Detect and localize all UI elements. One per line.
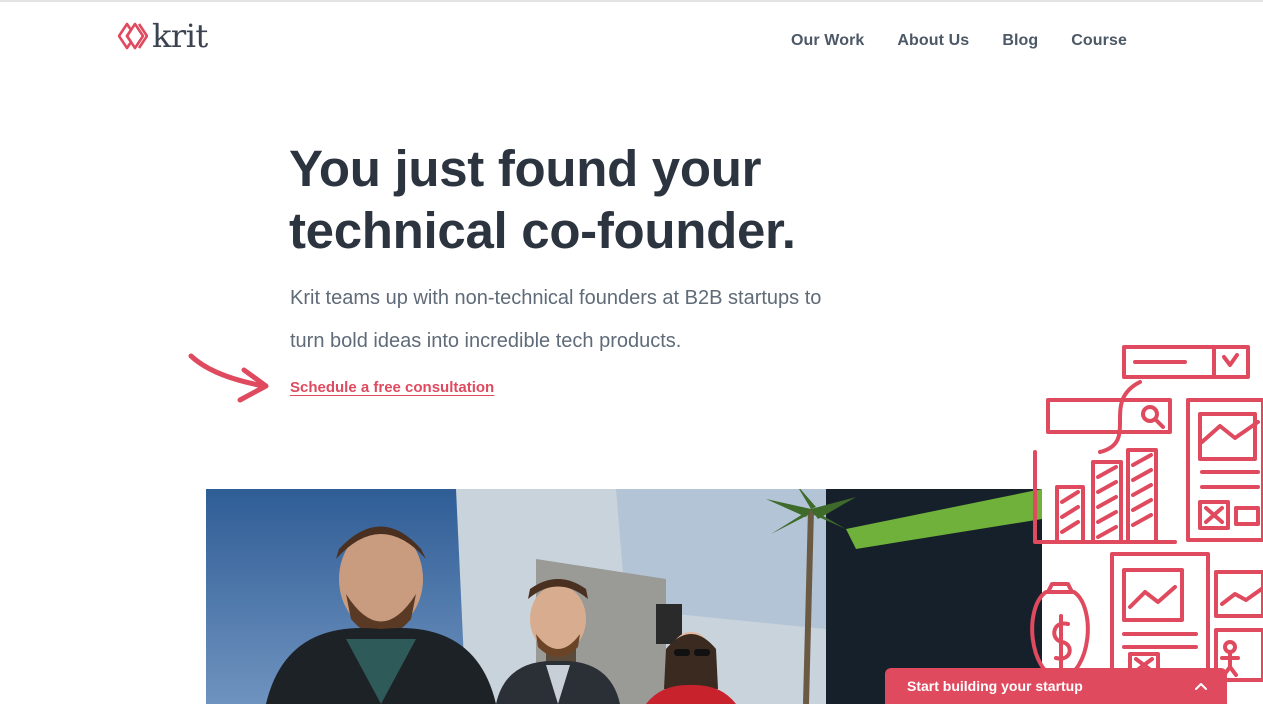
logo-link[interactable]: krit <box>118 20 208 52</box>
hero-lead: Krit teams up with non-technical founder… <box>290 277 910 363</box>
chat-bar-label: Start building your startup <box>907 678 1083 694</box>
main-nav: Our Work About Us Blog Course <box>791 32 1127 50</box>
hand-drawn-arrow-icon <box>188 353 269 403</box>
nav-course[interactable]: Course <box>1071 32 1127 50</box>
hero-title: You just found your technical co-founder… <box>289 138 929 262</box>
hero-lead-line-1: Krit teams up with non-technical founder… <box>290 287 822 309</box>
krit-logo-icon <box>118 22 148 50</box>
start-building-chat-bar[interactable]: Start building your startup <box>885 668 1227 704</box>
schedule-consultation-link[interactable]: Schedule a free consultation <box>290 379 494 396</box>
hero-title-line-1: You just found your <box>289 140 762 197</box>
nav-blog[interactable]: Blog <box>1002 32 1038 50</box>
nav-our-work[interactable]: Our Work <box>791 32 864 50</box>
brand-name: krit <box>152 17 208 55</box>
chevron-up-icon[interactable] <box>1195 682 1207 690</box>
nav-about-us[interactable]: About Us <box>897 32 969 50</box>
hero-lead-line-2: turn bold ideas into incredible tech pro… <box>290 330 682 352</box>
hero-title-line-2: technical co-founder. <box>289 202 796 259</box>
wireframe-doodles-illustration <box>1030 345 1263 686</box>
